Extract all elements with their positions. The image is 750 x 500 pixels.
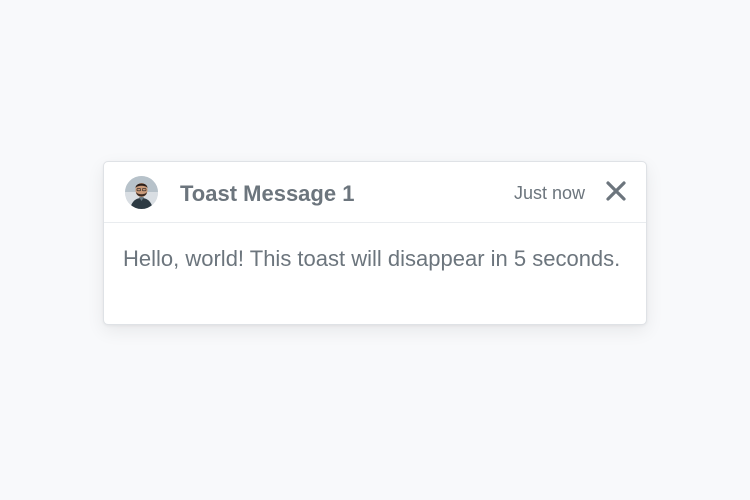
toast-notification: Toast Message 1 Just now Hello, world! T… <box>103 161 647 325</box>
toast-body: Hello, world! This toast will disappear … <box>123 246 621 271</box>
toast-timestamp: Just now <box>513 183 585 203</box>
user-avatar <box>125 176 158 209</box>
close-button[interactable] <box>604 179 628 203</box>
close-icon[interactable] <box>604 179 628 203</box>
toast-title: Toast Message 1 <box>180 181 355 206</box>
toast-header: Toast Message 1 Just now <box>104 162 646 223</box>
user-avatar-icon <box>125 176 158 209</box>
